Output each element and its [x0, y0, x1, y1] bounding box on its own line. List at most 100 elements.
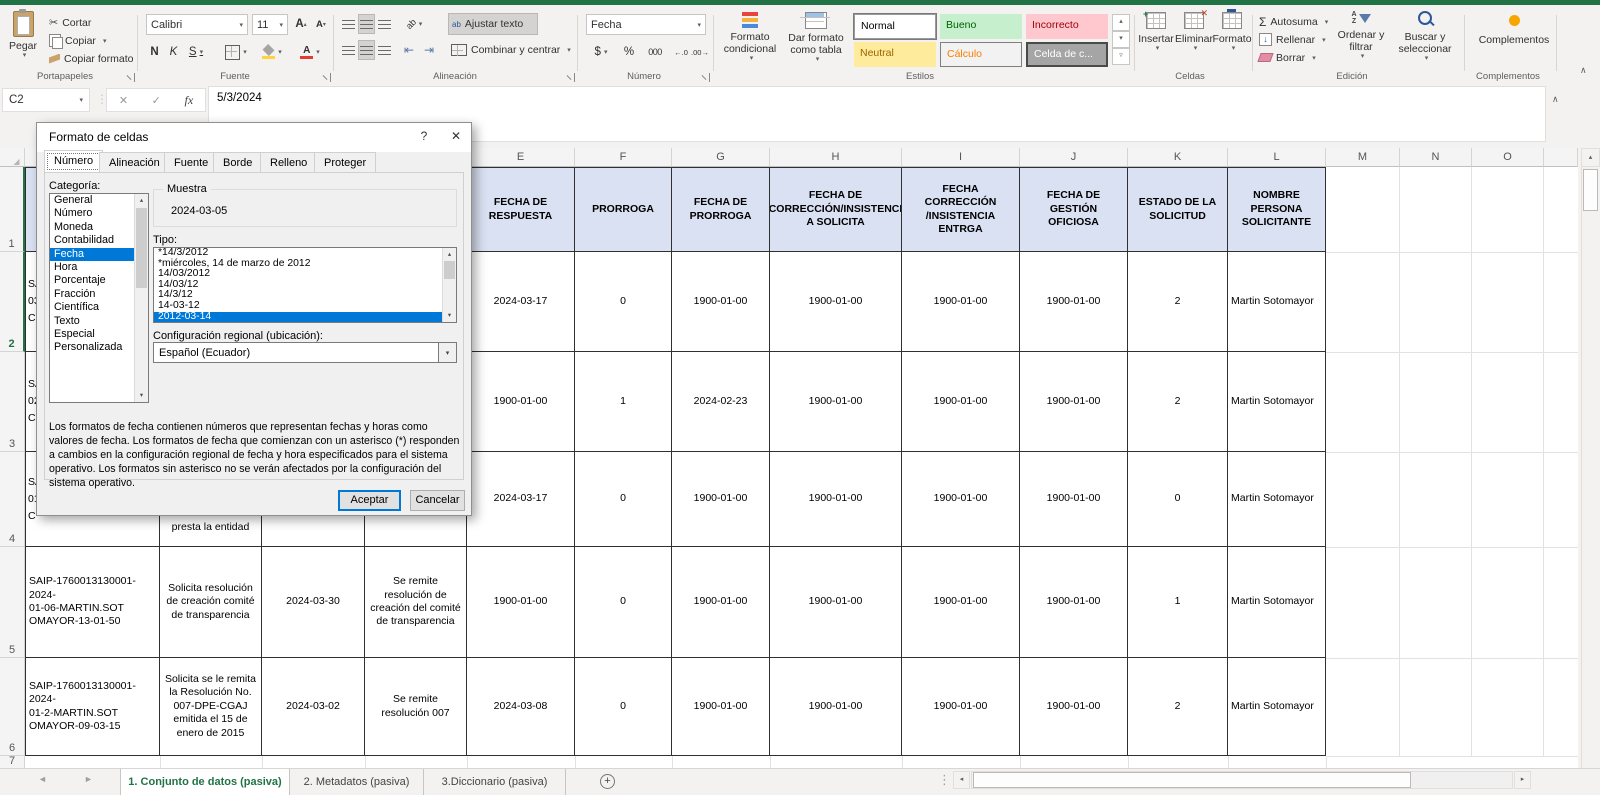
- cell-H3[interactable]: 1900-01-00: [770, 352, 902, 452]
- scroll-thumb[interactable]: [444, 261, 455, 279]
- insert-function-button[interactable]: fx: [185, 93, 194, 108]
- cell-H4[interactable]: 1900-01-00: [770, 452, 902, 547]
- dropdown-button[interactable]: ▾: [438, 343, 456, 362]
- cell-B6[interactable]: Solicita se le remita la Resolución No. …: [160, 658, 262, 756]
- cell-E6[interactable]: 2024-03-08: [467, 658, 575, 756]
- cell-G2[interactable]: 1900-01-00: [672, 252, 770, 352]
- cell-D6[interactable]: Se remite resolución 007: [365, 658, 467, 756]
- wrap-text-button[interactable]: ab Ajustar texto: [448, 13, 538, 35]
- cell-L6[interactable]: Martin Sotomayor: [1228, 658, 1326, 756]
- dialog-tab-relleno[interactable]: Relleno: [260, 152, 317, 173]
- column-header-G[interactable]: G: [672, 148, 770, 167]
- prev-sheet-button[interactable]: ◄: [38, 774, 47, 784]
- tab-splitter-handle[interactable]: ⋮: [938, 772, 951, 788]
- cell-E4[interactable]: 2024-03-17: [467, 452, 575, 547]
- sheet-tab-metadatos[interactable]: 2. Metadatos (pasiva): [290, 769, 424, 795]
- cell-style-neutral[interactable]: Neutral: [854, 42, 936, 67]
- cell-I5[interactable]: 1900-01-00: [902, 547, 1020, 658]
- hscroll-right-button[interactable]: ▸: [1514, 771, 1531, 789]
- format-cells-button[interactable]: Formato ▾: [1214, 12, 1250, 72]
- cell-E3[interactable]: 1900-01-00: [467, 352, 575, 452]
- delete-cells-button[interactable]: ✕ Eliminar ▾: [1176, 12, 1212, 72]
- conditional-formatting-button[interactable]: Formato condicional ▾: [718, 12, 782, 72]
- increase-font-button[interactable]: A▴: [292, 14, 310, 34]
- number-format-combo[interactable]: Fecha ▾: [586, 14, 706, 35]
- column-header-M[interactable]: M: [1326, 148, 1400, 167]
- bold-button[interactable]: N: [146, 42, 163, 62]
- autosum-button[interactable]: Σ Autosuma ▾: [1256, 13, 1331, 30]
- cell-C6[interactable]: 2024-03-02: [262, 658, 365, 756]
- align-center-button[interactable]: [358, 40, 375, 60]
- align-top-button[interactable]: [340, 14, 357, 34]
- cancel-entry-button[interactable]: ✕: [119, 94, 128, 107]
- borders-button[interactable]: ▾: [222, 42, 250, 62]
- decrease-decimal-button[interactable]: .00→: [691, 42, 709, 62]
- decrease-indent-button[interactable]: ⇤: [400, 40, 418, 60]
- find-select-button[interactable]: Buscar y seleccionar ▾: [1392, 11, 1458, 73]
- header-cell-G1[interactable]: FECHA DE PRORROGA: [672, 167, 770, 252]
- cell-F5[interactable]: 0: [575, 547, 672, 658]
- collapse-ribbon-button[interactable]: ∧: [1580, 65, 1587, 76]
- dialog-tab-alineacion[interactable]: Alineación: [99, 152, 170, 173]
- cell-E2[interactable]: 2024-03-17: [467, 252, 575, 352]
- sort-filter-button[interactable]: AZ Ordenar y filtrar ▾: [1332, 11, 1390, 73]
- cell-K4[interactable]: 0: [1128, 452, 1228, 547]
- clear-button[interactable]: Borrar ▾: [1256, 49, 1319, 66]
- dialog-tab-proteger[interactable]: Proteger: [314, 152, 376, 173]
- column-header-O[interactable]: O: [1472, 148, 1544, 167]
- row-header-6[interactable]: 6: [0, 658, 25, 756]
- cell-K5[interactable]: 1: [1128, 547, 1228, 658]
- cell-G4[interactable]: 1900-01-00: [672, 452, 770, 547]
- cell-F6[interactable]: 0: [575, 658, 672, 756]
- column-header-H[interactable]: H: [770, 148, 902, 167]
- align-right-button[interactable]: [376, 40, 393, 60]
- scroll-down-button[interactable]: ▾: [443, 309, 456, 322]
- scroll-down-button[interactable]: ▾: [135, 389, 148, 402]
- cell-K3[interactable]: 2: [1128, 352, 1228, 452]
- type-option-3[interactable]: 14/03/12: [154, 280, 456, 291]
- scroll-thumb[interactable]: [136, 208, 147, 288]
- cell-L4[interactable]: Martin Sotomayor: [1228, 452, 1326, 547]
- accounting-format-button[interactable]: $▾: [588, 42, 614, 62]
- scroll-up-button[interactable]: ▴: [1581, 148, 1600, 167]
- type-option-0[interactable]: *14/3/2012: [154, 248, 456, 259]
- cell-E5[interactable]: 1900-01-00: [467, 547, 575, 658]
- align-middle-button[interactable]: [358, 14, 375, 34]
- column-header-F[interactable]: F: [575, 148, 672, 167]
- cancel-button[interactable]: Cancelar: [410, 490, 465, 511]
- header-cell-H1[interactable]: FECHA DE CORRECCIÓN/INSISTENCI A SOLICIT…: [770, 167, 902, 252]
- cell-G6[interactable]: 1900-01-00: [672, 658, 770, 756]
- dialog-tab-numero[interactable]: Número: [44, 150, 103, 173]
- cut-button[interactable]: ✂ Cortar: [46, 14, 94, 31]
- cell-H6[interactable]: 1900-01-00: [770, 658, 902, 756]
- cell-C5[interactable]: 2024-03-30: [262, 547, 365, 658]
- cell-L2[interactable]: Martin Sotomayor: [1228, 252, 1326, 352]
- cell-G3[interactable]: 2024-02-23: [672, 352, 770, 452]
- next-sheet-button[interactable]: ►: [84, 774, 93, 784]
- cell-style-normal[interactable]: Normal: [854, 14, 936, 39]
- cell-L5[interactable]: Martin Sotomayor: [1228, 547, 1326, 658]
- italic-button[interactable]: K: [165, 42, 182, 62]
- sheet-tab-conjunto-de-datos[interactable]: 1. Conjunto de datos (pasiva): [120, 769, 290, 795]
- type-option-5[interactable]: 14-03-12: [154, 301, 456, 312]
- comma-style-button[interactable]: 000: [642, 42, 668, 62]
- cell-H2[interactable]: 1900-01-00: [770, 252, 902, 352]
- cell-K6[interactable]: 2: [1128, 658, 1228, 756]
- expand-formula-bar-button[interactable]: ∧: [1552, 94, 1559, 105]
- row-header-1[interactable]: 1: [0, 167, 25, 252]
- cell-K2[interactable]: 2: [1128, 252, 1228, 352]
- column-header-I[interactable]: I: [902, 148, 1020, 167]
- column-header-N[interactable]: N: [1400, 148, 1472, 167]
- styles-gallery-down-button[interactable]: ▾: [1112, 31, 1130, 48]
- hscroll-left-button[interactable]: ◂: [953, 771, 970, 789]
- insert-cells-button[interactable]: + Insertar ▾: [1138, 12, 1174, 72]
- enter-entry-button[interactable]: ✓: [152, 94, 161, 107]
- header-cell-E1[interactable]: FECHA DE RESPUESTA: [467, 167, 575, 252]
- cell-D5[interactable]: Se remite resolución de creación del com…: [365, 547, 467, 658]
- font-size-combo[interactable]: 11 ▾: [252, 14, 288, 35]
- horizontal-scroll-thumb[interactable]: [973, 772, 1411, 788]
- header-cell-J1[interactable]: FECHA DE GESTIÓN OFICIOSA: [1020, 167, 1128, 252]
- cell-J2[interactable]: 1900-01-00: [1020, 252, 1128, 352]
- cell-A5[interactable]: SAIP-1760013130001-2024- 01-06-MARTIN.SO…: [25, 547, 160, 658]
- cell-B5[interactable]: Solicita resolución de creación comité d…: [160, 547, 262, 658]
